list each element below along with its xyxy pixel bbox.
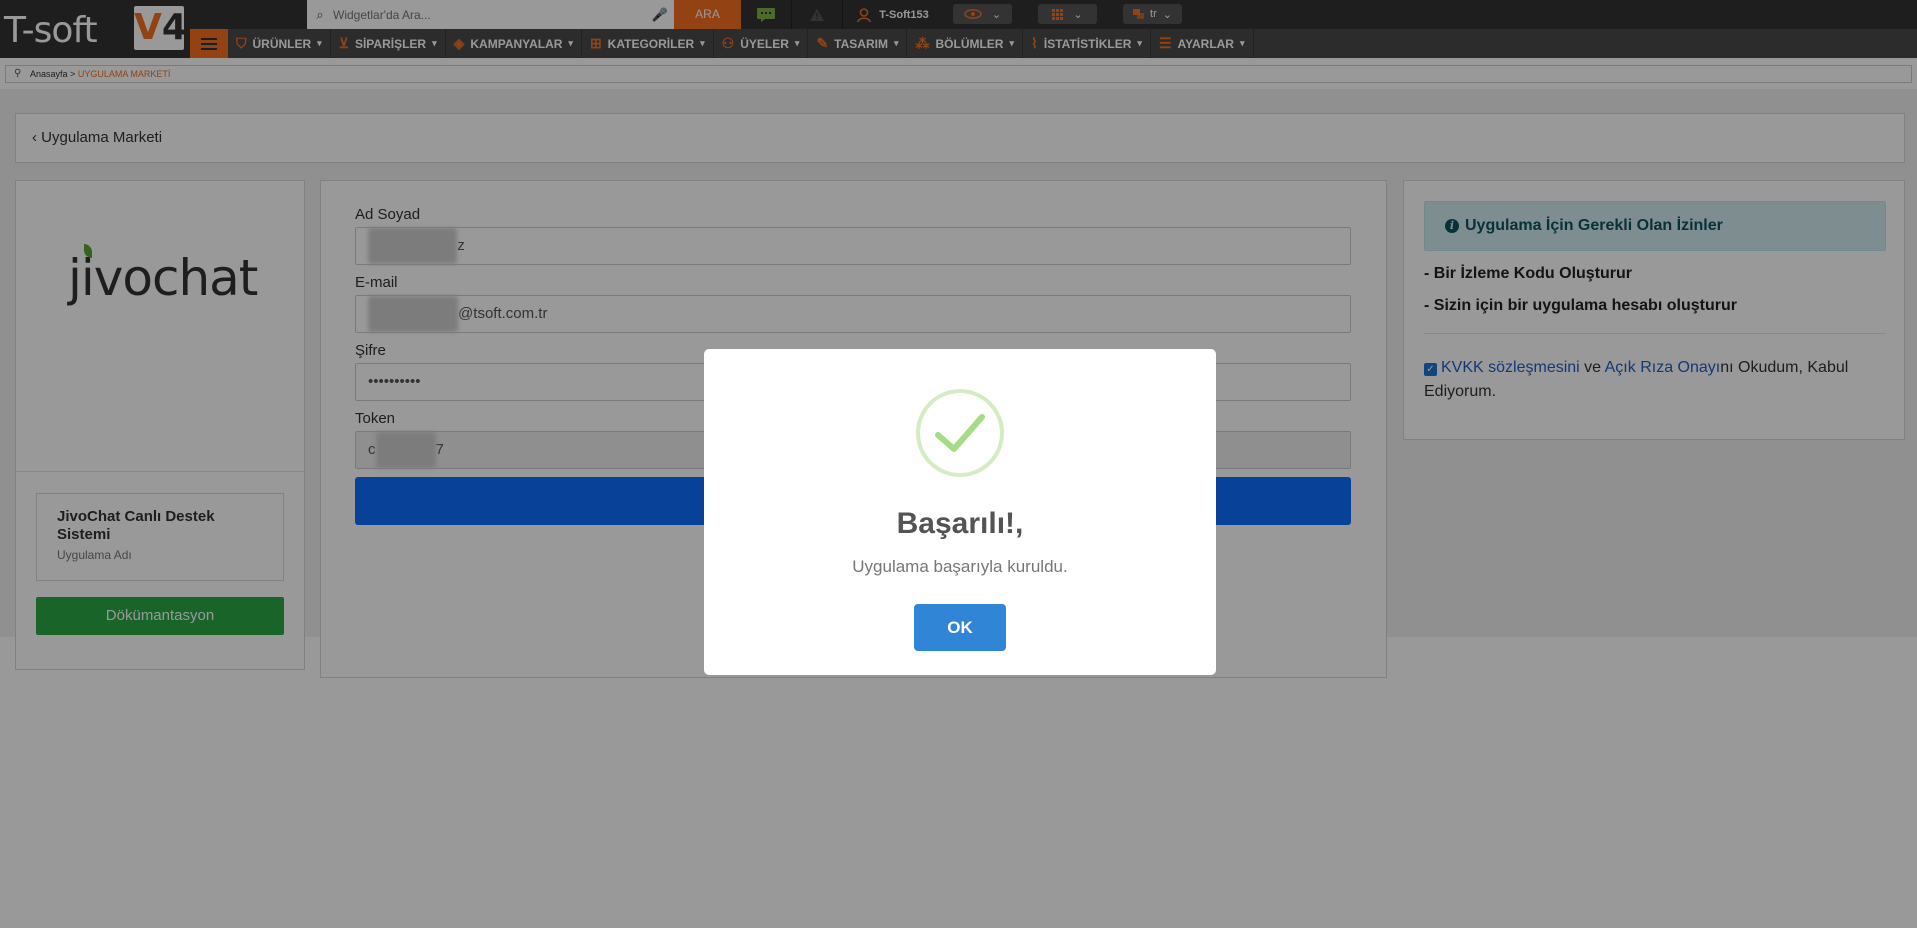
ok-button[interactable]: OK bbox=[914, 604, 1006, 651]
success-modal: Başarılı!, Uygulama başarıyla kuruldu. O… bbox=[704, 349, 1216, 675]
success-check-icon bbox=[916, 389, 1004, 477]
modal-title: Başarılı!, bbox=[896, 507, 1024, 540]
modal-message: Uygulama başarıyla kuruldu. bbox=[852, 557, 1068, 576]
